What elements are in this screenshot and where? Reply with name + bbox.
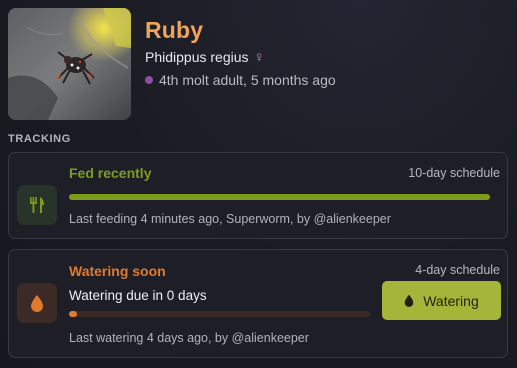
fork-knife-icon [17,185,57,225]
water-drop-icon [17,283,57,323]
pet-header: Ruby Phidippus regius ♀ 4th molt adult, … [8,8,508,124]
watering-card[interactable]: Watering soon 4-day schedule Watering du… [8,249,508,358]
water-drop-icon [404,294,414,307]
tracking-section-label: TRACKING [8,133,71,145]
last-feeding-text: Last feeding 4 minutes ago, Superworm, b… [69,212,391,226]
watering-due-text: Watering due in 0 days [69,288,207,303]
watering-button[interactable]: Watering [382,281,501,320]
watering-schedule: 4-day schedule [415,263,500,277]
feeding-progress-bar [69,194,490,200]
watering-progress-fill [69,311,77,317]
watering-progress-bar [69,311,370,317]
feeding-schedule: 10-day schedule [408,166,500,180]
watering-status-title: Watering soon [69,263,166,279]
species-row: Phidippus regius ♀ [145,49,265,65]
pet-name: Ruby [145,17,204,43]
watering-button-label: Watering [423,292,479,309]
species-name: Phidippus regius [145,49,249,65]
feeding-card[interactable]: Fed recently 10-day schedule Last feedin… [8,152,508,239]
molt-status-row: 4th molt adult, 5 months ago [145,72,336,88]
status-dot-icon [145,76,153,84]
female-sign-icon: ♀ [253,48,265,66]
feeding-status-title: Fed recently [69,165,152,181]
feeding-progress-fill [69,194,490,200]
molt-status: 4th molt adult, 5 months ago [159,72,336,88]
pet-photo[interactable] [8,8,131,120]
last-watering-text: Last watering 4 days ago, by @alienkeepe… [69,331,309,345]
